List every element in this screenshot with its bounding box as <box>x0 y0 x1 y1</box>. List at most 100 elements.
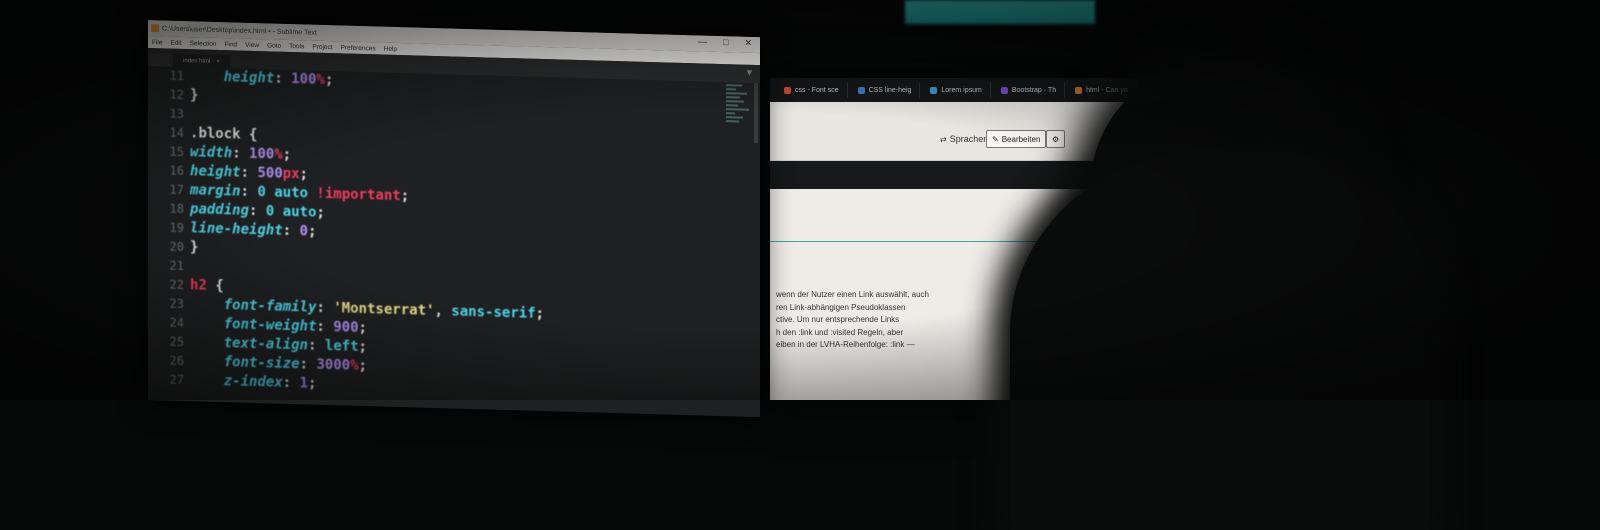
ambient-screen-glow <box>905 0 1095 24</box>
favicon-icon <box>1075 86 1083 94</box>
code-token: 100 <box>291 70 317 88</box>
code-token: { <box>206 277 224 295</box>
code-token: : <box>274 70 292 87</box>
line-number: 21 <box>169 258 184 274</box>
line-number: 27 <box>169 372 184 388</box>
menu-item-goto[interactable]: Goto <box>267 42 281 49</box>
line-number: 19 <box>169 220 184 236</box>
code-token: 'Montserrat' <box>333 300 435 320</box>
code-token: ; <box>308 375 317 392</box>
line-number: 17 <box>169 182 184 198</box>
code-token: ; <box>400 188 410 205</box>
line-number: 18 <box>169 201 184 217</box>
menu-item-preferences[interactable]: Preferences <box>341 44 376 52</box>
code-token: font-family <box>223 297 317 316</box>
code-token: : <box>316 318 334 336</box>
menu-item-help[interactable]: Help <box>384 45 397 52</box>
languages-link[interactable]: ⇄ Sprachen <box>940 134 988 144</box>
code-token: ; <box>299 166 309 183</box>
browser-tab[interactable]: html - Can yo <box>1071 82 1137 98</box>
tab-list-chevron-icon[interactable]: ▼ <box>747 69 752 77</box>
browser-tab[interactable]: Bootstrap · Th <box>997 82 1066 98</box>
code-token: 0 auto <box>257 184 317 202</box>
person-shoulder-silhouette <box>1010 150 1430 530</box>
line-number: 16 <box>169 163 184 179</box>
browser-tab-label: Bootstrap · Th <box>1011 86 1057 94</box>
code-token: : <box>232 145 250 162</box>
code-token: text-align <box>223 335 309 354</box>
code-token: % <box>316 71 325 88</box>
edit-button[interactable]: ✎ Bearbeiten <box>986 130 1047 148</box>
editor-tab-placeholder[interactable] <box>150 53 170 67</box>
maximize-button[interactable]: □ <box>723 37 728 48</box>
minimize-button[interactable]: — <box>698 36 707 47</box>
favicon-icon <box>930 86 938 94</box>
editor-scrollbar[interactable] <box>754 82 758 144</box>
code-token: : <box>299 356 317 373</box>
code-token: ; <box>358 319 368 337</box>
code-token: 0 auto <box>265 203 317 221</box>
code-token: 900 <box>333 319 359 336</box>
minimap[interactable] <box>726 82 752 163</box>
line-number: 15 <box>169 144 184 160</box>
sublime-app-icon <box>151 24 159 33</box>
code-token: ; <box>358 357 368 375</box>
editor-body[interactable]: 11 12 13 14 15 16 17 18 19 20 21 22 23 24 25 26 27 heigh… <box>148 66 760 413</box>
code-token: width <box>190 144 233 162</box>
code-token: padding <box>190 201 250 219</box>
code-token: font-weight <box>223 316 317 335</box>
code-token: ; <box>324 71 334 89</box>
code-token: !important <box>316 185 401 205</box>
code-token: ; <box>358 338 368 356</box>
menu-item-selection[interactable]: Selection <box>190 40 217 48</box>
code-token: h2 <box>190 277 207 294</box>
code-token: ; <box>535 305 545 323</box>
menu-item-find[interactable]: Find <box>224 41 237 48</box>
browser-tab[interactable]: CSS line-heig <box>854 82 921 98</box>
browser-tab-label: CSS line-heig <box>868 86 912 94</box>
code-token: : <box>308 337 325 354</box>
code-token: 500 <box>257 165 283 182</box>
code-area[interactable]: height: 100%;} .block {width: 100%; height… <box>190 67 544 400</box>
browser-tab-label: css - Font sce <box>795 86 839 94</box>
tab-close-icon[interactable]: × <box>216 58 220 64</box>
favicon-icon <box>857 86 865 94</box>
line-number-gutter: 11 12 13 14 15 16 17 18 19 20 21 22 23 24 25 26 27 <box>148 66 184 397</box>
code-token: ; <box>316 204 325 221</box>
browser-tab[interactable]: Lorem ipsum <box>926 82 991 98</box>
settings-button[interactable]: ⚙ <box>1046 130 1066 148</box>
menu-item-edit[interactable]: Edit <box>170 39 181 46</box>
pencil-icon: ✎ <box>992 134 999 144</box>
line-number: 13 <box>169 106 184 122</box>
menu-item-file[interactable]: File <box>152 39 162 46</box>
line-number: 20 <box>169 239 184 255</box>
code-token: } <box>190 239 199 256</box>
translate-icon: ⇄ <box>940 134 947 144</box>
menu-item-project[interactable]: Project <box>312 43 332 51</box>
menu-item-tools[interactable]: Tools <box>289 42 304 49</box>
menu-item-view[interactable]: View <box>245 41 259 48</box>
code-token: px <box>282 165 300 183</box>
line-number: 22 <box>169 277 184 293</box>
editor-tab-label: index.html <box>183 57 211 65</box>
code-token: : <box>240 164 258 182</box>
line-number: 23 <box>169 296 184 312</box>
line-number: 14 <box>169 125 184 141</box>
window-controls: — □ ✕ <box>698 36 752 49</box>
code-token: : <box>240 183 258 201</box>
line-number: 25 <box>169 334 184 350</box>
code-token: : <box>316 299 334 317</box>
close-button[interactable]: ✕ <box>744 38 752 49</box>
code-token: { <box>240 126 258 144</box>
browser-tab[interactable]: css - Font sce <box>780 82 848 98</box>
code-token: % <box>274 146 283 163</box>
favicon-icon <box>784 86 791 94</box>
code-token: % <box>350 357 359 374</box>
editor-window-title: C:\Users\user\Desktop\index.html • - Sub… <box>162 24 317 37</box>
code-token: sans-serif <box>451 303 536 322</box>
